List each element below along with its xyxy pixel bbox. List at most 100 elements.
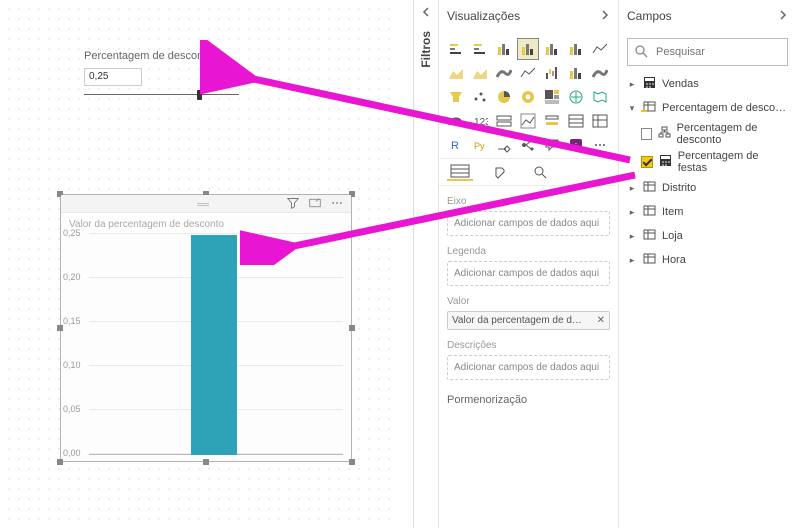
viz-type-icon[interactable] (565, 110, 587, 132)
viz-type-icon[interactable] (445, 110, 467, 132)
field-wells: Eixo Adicionar campos de dados aqui Lege… (439, 186, 618, 410)
viz-type-icon[interactable] (541, 62, 563, 84)
filters-pane-collapsed[interactable]: Filtros (413, 0, 439, 528)
chevron-icon: ▸ (627, 207, 637, 218)
slicer-track[interactable] (84, 92, 239, 98)
collapse-icon[interactable] (778, 9, 788, 23)
fields-tab[interactable] (447, 163, 473, 181)
slicer-handle[interactable] (197, 90, 202, 100)
remove-field-icon[interactable]: ✕ (597, 315, 605, 326)
viz-type-icon[interactable] (493, 110, 515, 132)
well-valor[interactable]: Valor da percentagem de desconto ✕ (447, 311, 610, 330)
well-descricoes[interactable]: Adicionar campos de dados aqui (447, 355, 610, 380)
collapse-icon[interactable] (600, 9, 610, 23)
viz-type-icon[interactable]: R (445, 134, 467, 156)
viz-type-icon[interactable] (445, 62, 467, 84)
chart-bar[interactable] (191, 235, 237, 455)
report-canvas[interactable]: Percentagem de desconto 0,25 Valor da pe… (0, 0, 392, 528)
viz-type-icon[interactable] (517, 110, 539, 132)
viz-type-icon[interactable]: ⋮⋮ (565, 134, 587, 156)
viz-type-icon[interactable] (445, 38, 467, 60)
field-type-icon (658, 126, 671, 142)
expand-icon[interactable] (420, 6, 432, 21)
table-icon (643, 76, 656, 92)
table-name: Item (662, 206, 788, 218)
viz-type-icon[interactable] (469, 86, 491, 108)
viz-type-icon[interactable] (493, 134, 515, 156)
visual-header (61, 195, 351, 213)
viz-type-icon[interactable] (517, 62, 539, 84)
table-row[interactable]: ▸ Item (619, 200, 796, 224)
slicer-title: Percentagem de desconto (84, 50, 239, 62)
chart-title: Valor da percentagem de desconto (61, 213, 351, 234)
viz-type-icon[interactable] (493, 38, 515, 60)
viz-type-icon[interactable] (589, 38, 611, 60)
pormenor-label: Pormenorização (447, 394, 610, 406)
viz-type-icon[interactable] (541, 86, 563, 108)
viz-type-icon[interactable] (589, 110, 611, 132)
table-icon (643, 252, 656, 268)
field-row[interactable]: Percentagem de desconto (619, 120, 796, 148)
well-legenda[interactable]: Adicionar campos de dados aqui (447, 261, 610, 286)
y-axis-tick-label: 0,25 (63, 228, 81, 238)
viz-type-icon[interactable] (565, 38, 587, 60)
chart-visual[interactable]: Valor da percentagem de desconto 0,000,0… (60, 194, 352, 462)
well-label-legenda: Legenda (447, 246, 610, 257)
y-axis-tick-label: 0,00 (63, 448, 81, 458)
field-checkbox[interactable] (641, 128, 652, 140)
drag-grip-icon[interactable] (197, 199, 215, 205)
table-row[interactable]: ▾Percentagem de desconto (619, 96, 796, 120)
viz-type-icon[interactable]: 123 (469, 110, 491, 132)
viz-type-icon[interactable] (589, 86, 611, 108)
analytics-tab[interactable] (527, 163, 553, 181)
format-tab[interactable] (487, 163, 513, 181)
viz-type-icon[interactable] (541, 134, 563, 156)
viz-type-icon[interactable] (493, 86, 515, 108)
resize-handle[interactable] (203, 459, 209, 465)
resize-handle[interactable] (349, 459, 355, 465)
viz-type-icon[interactable] (469, 38, 491, 60)
viz-type-icon[interactable] (541, 110, 563, 132)
viz-type-icon[interactable] (565, 62, 587, 84)
resize-handle[interactable] (349, 325, 355, 331)
slicer-value-input[interactable]: 0,25 (84, 68, 142, 86)
viz-type-icon[interactable] (493, 62, 515, 84)
field-row[interactable]: Percentagem de festas (619, 148, 796, 176)
fields-header: Campos (619, 0, 796, 32)
viz-type-icon[interactable] (445, 86, 467, 108)
y-axis-tick-label: 0,20 (63, 272, 81, 282)
search-input[interactable] (654, 45, 796, 59)
field-checkbox[interactable] (641, 156, 653, 168)
viz-type-icon[interactable] (589, 134, 611, 156)
resize-handle[interactable] (57, 459, 63, 465)
filter-icon[interactable] (287, 197, 299, 210)
table-row[interactable]: ▸Hora (619, 248, 796, 272)
viz-type-icon[interactable] (589, 62, 611, 84)
table-name: Percentagem de desconto (662, 102, 788, 114)
table-icon (643, 228, 656, 244)
well-eixo[interactable]: Adicionar campos de dados aqui (447, 211, 610, 236)
focus-mode-icon[interactable] (309, 197, 321, 210)
table-icon (643, 100, 656, 116)
fields-pane: Campos ▸Vendas▾Percentagem de descontoPe… (619, 0, 796, 528)
field-name: Percentagem de desconto (677, 122, 788, 146)
gridline (89, 233, 343, 234)
table-row[interactable]: ▸Distrito (619, 176, 796, 200)
search-box[interactable] (627, 38, 788, 66)
more-options-icon[interactable] (331, 197, 343, 210)
viz-type-icon[interactable] (517, 38, 539, 60)
viz-type-icon[interactable] (541, 38, 563, 60)
well-label-eixo: Eixo (447, 196, 610, 207)
viz-type-icon[interactable] (565, 86, 587, 108)
table-row[interactable]: ▸Loja (619, 224, 796, 248)
table-row[interactable]: ▸Vendas (619, 72, 796, 96)
table-name: Hora (662, 254, 788, 266)
well-valor-field: Valor da percentagem de desconto (452, 315, 582, 326)
viz-type-icon[interactable] (517, 86, 539, 108)
y-axis-tick-label: 0,10 (63, 360, 81, 370)
svg-text:123: 123 (474, 117, 488, 128)
viz-type-icon[interactable] (469, 62, 491, 84)
viz-type-icon[interactable]: Py (469, 134, 491, 156)
viz-type-icon[interactable] (517, 134, 539, 156)
slicer-visual[interactable]: Percentagem de desconto 0,25 (84, 50, 239, 108)
